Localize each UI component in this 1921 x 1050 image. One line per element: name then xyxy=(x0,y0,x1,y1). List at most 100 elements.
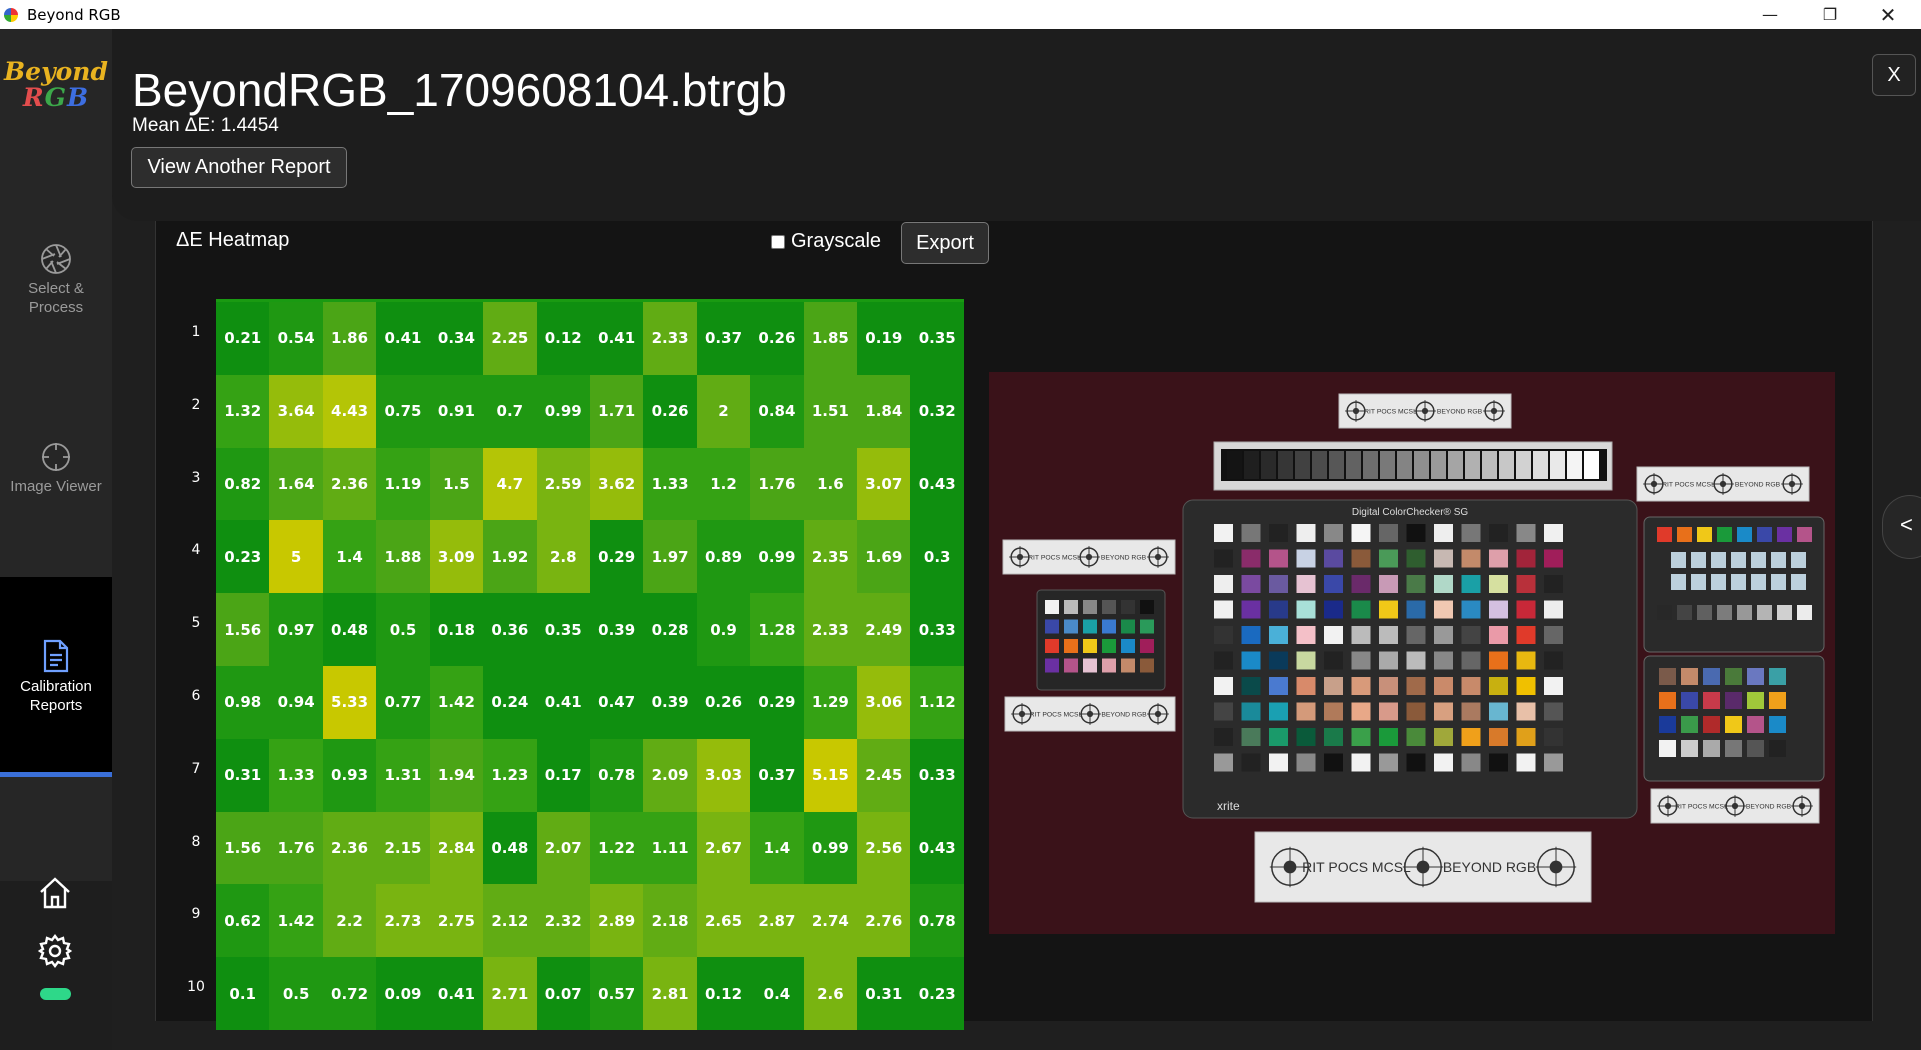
target-tag-right-bottom-text-right: BEYOND RGB xyxy=(1746,803,1792,810)
mini-patch xyxy=(1102,639,1116,653)
sg-patch xyxy=(1351,575,1371,593)
gray-patch xyxy=(1584,451,1599,479)
passport-patch xyxy=(1771,574,1786,590)
export-button[interactable]: Export xyxy=(901,222,989,264)
heatmap-row-label: 6 xyxy=(191,687,201,704)
heatmap-cell: 0.09 xyxy=(376,957,430,1030)
passport-patch xyxy=(1711,574,1726,590)
passport-patch xyxy=(1659,716,1676,733)
gray-patch xyxy=(1431,451,1446,479)
heatmap-cell: 3.64 xyxy=(269,374,323,448)
heatmap-row-label: 1 xyxy=(191,324,201,340)
sg-patch xyxy=(1296,600,1316,619)
sg-patch xyxy=(1516,600,1536,619)
passport-patch xyxy=(1777,527,1792,542)
sg-patch xyxy=(1214,728,1233,746)
passport-gray xyxy=(1777,605,1792,620)
heatmap-cell: 0.29 xyxy=(750,665,804,739)
sidebar-item-select-process[interactable]: Select & Process xyxy=(0,243,112,343)
heatmap-row: 0.31 1.33 0.93 1.31 1.94 1.23 0.17 0.78 2.09 3.03… xyxy=(216,738,964,812)
heatmap-cell: 1.42 xyxy=(429,665,484,739)
sg-patch xyxy=(1379,677,1398,695)
passport-patch xyxy=(1769,692,1786,709)
heatmap-cell: 0.32 xyxy=(910,374,964,448)
heatmap-row-label: 10 xyxy=(187,979,205,996)
heatmap-cell: 0.17 xyxy=(536,738,590,812)
sg-patch xyxy=(1241,728,1261,746)
sg-patch xyxy=(1544,651,1563,670)
heatmap-cell: 0.31 xyxy=(857,957,911,1030)
heatmap-row-label: 7 xyxy=(191,760,201,777)
sg-patch xyxy=(1461,702,1481,721)
sg-patch xyxy=(1214,651,1233,670)
heatmap-cell: 0.12 xyxy=(536,302,590,375)
sg-patch xyxy=(1489,677,1508,695)
heatmap-cell: 0.5 xyxy=(376,593,430,666)
gray-patch xyxy=(1227,451,1242,479)
heatmap-cell: 0.77 xyxy=(376,665,430,739)
sg-patch xyxy=(1269,677,1288,695)
sg-patch xyxy=(1489,549,1508,568)
expand-panel-button[interactable]: < xyxy=(1882,495,1921,559)
sg-patch xyxy=(1461,600,1481,619)
grayscale-checkbox[interactable] xyxy=(771,234,785,249)
active-indicator xyxy=(0,772,112,777)
gray-patch xyxy=(1550,451,1565,479)
passport-patch xyxy=(1703,692,1720,709)
sg-patch xyxy=(1296,626,1316,644)
heatmap-cell: 0.19 xyxy=(857,302,911,375)
heatmap-cell: 0.41 xyxy=(589,302,644,375)
sg-patch xyxy=(1269,753,1288,772)
heatmap-grid: 0.21 0.54 1.86 0.41 0.34 2.25 0.12 0.41 2.33 0.37… xyxy=(216,302,964,1030)
sg-patch xyxy=(1351,524,1371,542)
sg-patch xyxy=(1489,575,1508,593)
heatmap-cell: 2.09 xyxy=(643,738,697,812)
passport-patch xyxy=(1703,740,1720,757)
heatmap-cell: 1.71 xyxy=(589,374,644,448)
sg-patch xyxy=(1241,600,1261,619)
passport-gray xyxy=(1717,605,1732,620)
passport-patch xyxy=(1769,740,1786,757)
passport-patch xyxy=(1725,668,1742,685)
page-title: BeyondRGB_1709608104.btrgb xyxy=(132,64,787,116)
sg-patch xyxy=(1406,524,1426,542)
heatmap-cell: 0.98 xyxy=(216,665,270,739)
sidebar-item-calibration-reports[interactable]: Calibration Reports xyxy=(0,577,112,772)
sg-patch xyxy=(1351,549,1371,568)
gear-icon[interactable] xyxy=(37,933,73,969)
heatmap-cell: 0.43 xyxy=(910,811,964,885)
heatmap-cell: 1.19 xyxy=(376,447,430,521)
mini-patch xyxy=(1045,658,1059,673)
sg-patch xyxy=(1324,575,1343,593)
sg-patch xyxy=(1269,651,1288,670)
sg-patch xyxy=(1324,524,1343,542)
sg-patch xyxy=(1406,600,1426,619)
sg-patch xyxy=(1544,600,1563,619)
heatmap-cell: 5 xyxy=(269,520,323,594)
colorchecker-label: Digital ColorChecker® SG xyxy=(1352,507,1469,518)
sg-patch xyxy=(1351,677,1371,695)
mini-patch xyxy=(1045,619,1059,634)
sg-patch xyxy=(1241,575,1261,593)
home-icon[interactable] xyxy=(37,875,73,911)
heatmap-cell: 1.23 xyxy=(483,738,537,812)
view-another-report-button[interactable]: View Another Report xyxy=(131,147,347,188)
heatmap-cell: 2.25 xyxy=(483,302,537,375)
sg-patch xyxy=(1351,753,1371,772)
sg-patch xyxy=(1214,575,1233,593)
sg-patch xyxy=(1241,626,1261,644)
gray-patch xyxy=(1448,451,1463,479)
restore-icon[interactable]: ❐ xyxy=(1801,0,1859,29)
close-icon[interactable]: ✕ xyxy=(1859,0,1917,29)
heatmap-cell: 0.78 xyxy=(589,738,644,812)
heatmap-cell: 0.94 xyxy=(269,665,323,739)
gray-patch xyxy=(1261,451,1276,479)
minimize-icon[interactable]: — xyxy=(1741,0,1799,29)
close-report-button[interactable]: X xyxy=(1872,54,1916,96)
gray-patch xyxy=(1533,451,1548,479)
heatmap-cell: 0.35 xyxy=(536,593,590,666)
sg-patch xyxy=(1269,702,1288,721)
grayscale-toggle[interactable]: Grayscale xyxy=(771,230,881,253)
sg-patch xyxy=(1461,677,1481,695)
sidebar-item-image-viewer[interactable]: Image Viewer xyxy=(0,441,112,541)
